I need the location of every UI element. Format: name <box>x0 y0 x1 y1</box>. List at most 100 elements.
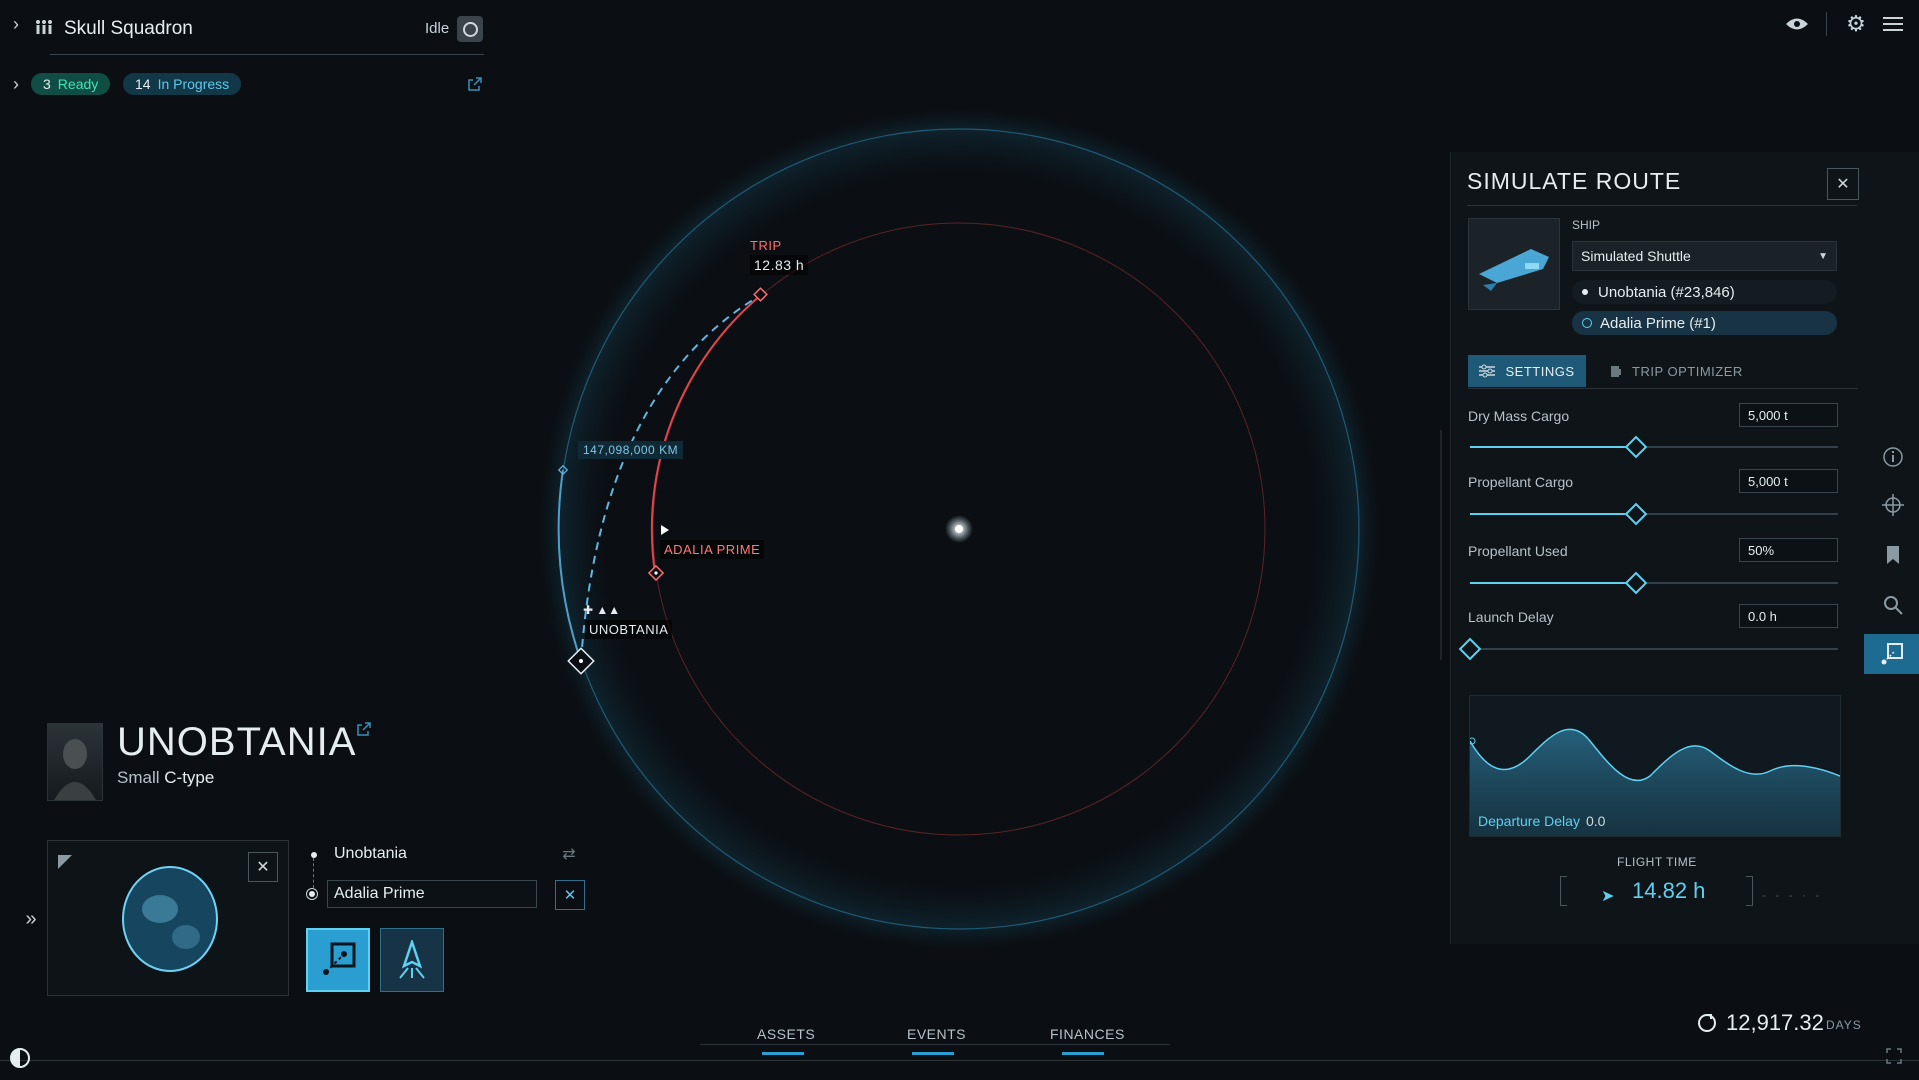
asteroid-name: UNOBTANIA <box>117 720 357 764</box>
route-connector <box>313 858 315 888</box>
expand-panel-icon[interactable]: » <box>20 908 42 930</box>
fuel-icon <box>1611 366 1621 377</box>
ship-select[interactable]: Simulated Shuttle ▼ <box>1572 241 1837 271</box>
inner-orbit <box>652 222 1266 836</box>
departure-delay-text: Departure Delay <box>1478 813 1580 829</box>
panel-resize-handle[interactable] <box>1440 430 1442 660</box>
crew-icon <box>34 18 54 36</box>
route-origin-row[interactable]: Unobtania (#23,846) <box>1572 280 1837 304</box>
crew-expand-chevron-icon[interactable]: › <box>8 14 24 34</box>
setting-dry-mass-input[interactable]: 5,000 t <box>1739 403 1838 427</box>
crew-ship-icon: ✚ ▲▲ <box>583 603 621 617</box>
ready-badge[interactable]: 3 Ready <box>31 73 111 95</box>
search-icon[interactable] <box>1882 594 1904 616</box>
asteroid-external-link-icon[interactable] <box>355 720 373 738</box>
flight-time-label: FLIGHT TIME <box>1617 855 1697 869</box>
fullscreen-icon[interactable] <box>1884 1046 1904 1066</box>
eye-icon[interactable] <box>1784 13 1810 35</box>
setting-propellant-cargo-input[interactable]: 5,000 t <box>1739 469 1838 493</box>
destination-map-label[interactable]: ADALIA PRIME <box>660 540 765 559</box>
unobtania-marker <box>567 647 595 675</box>
tab-finances-underline <box>1062 1052 1104 1055</box>
info-icon[interactable] <box>1882 446 1904 468</box>
asteroid-size: Small <box>117 768 160 787</box>
crew-divider <box>50 54 484 55</box>
tab-settings-label: SETTINGS <box>1505 363 1575 379</box>
setting-dry-mass-label: Dry Mass Cargo <box>1468 408 1570 424</box>
route-planner-icon <box>1881 643 1903 665</box>
top-right-divider <box>1826 12 1827 36</box>
trip-info: TRIP 12.83 h <box>750 238 809 275</box>
logo-icon[interactable] <box>8 1046 32 1070</box>
ship-label: SHIP <box>1572 218 1601 232</box>
ship-arrow-icon: ➤ <box>1601 888 1615 905</box>
bottom-divider <box>0 1060 1919 1061</box>
sliders-icon <box>1479 364 1496 378</box>
menu-icon[interactable] <box>1882 14 1904 34</box>
ready-label: Ready <box>57 76 99 92</box>
tab-events[interactable]: EVENTS <box>907 1026 966 1042</box>
tab-trip-optimizer[interactable]: TRIP OPTIMIZER <box>1610 355 1743 387</box>
ship-image <box>1468 218 1560 310</box>
tab-trip-optimizer-label: TRIP OPTIMIZER <box>1632 363 1743 379</box>
flight-time-value: 14.82 h <box>1632 878 1706 903</box>
distance-label: 147,098,000 KM <box>578 441 684 459</box>
crew-name[interactable]: Skull Squadron <box>64 18 193 40</box>
slider-fill <box>1470 446 1636 448</box>
game-days-unit: DAYS <box>1826 1018 1862 1032</box>
route-clear-button[interactable]: ✕ <box>555 880 585 910</box>
sun <box>945 515 973 543</box>
destination-radio-icon <box>1582 318 1592 328</box>
tab-settings[interactable]: SETTINGS <box>1468 355 1586 387</box>
simulate-route-button[interactable] <box>306 928 370 992</box>
crosshair-icon[interactable] <box>1882 494 1904 516</box>
setting-launch-delay-slider[interactable] <box>1458 637 1838 661</box>
launch-ship-button[interactable] <box>380 928 444 992</box>
setting-propellant-used-input[interactable]: 50% <box>1739 538 1838 562</box>
tab-finances[interactable]: FINANCES <box>1050 1026 1125 1042</box>
setting-propellant-cargo-slider[interactable] <box>1470 502 1838 526</box>
orbit-arc-blue <box>557 469 582 662</box>
bookmark-icon[interactable] <box>1882 544 1904 566</box>
route-planner-sidebar-button[interactable] <box>1864 634 1919 674</box>
tasks-expand-chevron-icon[interactable]: › <box>8 74 24 94</box>
outer-orbit <box>558 128 1360 930</box>
trip-label: TRIP <box>750 238 782 253</box>
idle-toggle[interactable] <box>457 16 483 42</box>
simulate-title-divider <box>1467 205 1857 206</box>
route-destination-input[interactable] <box>327 880 537 908</box>
dropdown-caret-icon: ▼ <box>1818 250 1828 262</box>
slider-fill <box>1470 582 1636 584</box>
setting-launch-delay-label: Launch Delay <box>1468 609 1554 625</box>
origin-map-label[interactable]: UNOBTANIA <box>585 620 673 639</box>
ship-selected: Simulated Shuttle <box>1581 248 1691 264</box>
tab-events-underline <box>912 1052 954 1055</box>
slider-fill <box>1470 513 1636 515</box>
route-destination-text: Adalia Prime (#1) <box>1600 314 1716 332</box>
flight-time-trail: - - - · - <box>1762 888 1823 902</box>
tabs-divider <box>1468 388 1858 389</box>
gear-icon[interactable]: ⚙ <box>1844 11 1868 36</box>
asteroid-class: Small C-type <box>117 768 214 788</box>
crew-portrait[interactable] <box>47 723 103 801</box>
trip-time: 12.83 h <box>750 255 809 275</box>
asteroid-close-button[interactable]: ✕ <box>248 852 278 882</box>
progress-label: In Progress <box>157 76 230 92</box>
departure-delay-value: 0.0 <box>1585 813 1606 829</box>
setting-propellant-cargo-label: Propellant Cargo <box>1468 474 1574 490</box>
swap-route-icon[interactable]: ⇄ <box>558 845 580 863</box>
external-link-icon[interactable] <box>466 75 484 93</box>
setting-propellant-used-slider[interactable] <box>1470 571 1838 595</box>
tab-assets[interactable]: ASSETS <box>757 1026 815 1042</box>
setting-dry-mass-slider[interactable] <box>1470 435 1838 459</box>
idle-circle-icon <box>462 21 478 37</box>
simulate-close-button[interactable]: ✕ <box>1827 168 1859 200</box>
setting-propellant-used-label: Propellant Used <box>1468 543 1568 559</box>
simulate-title: SIMULATE ROUTE <box>1467 168 1682 194</box>
tab-assets-underline <box>762 1052 804 1055</box>
route-destination-row[interactable]: Adalia Prime (#1) <box>1572 311 1837 335</box>
in-progress-badge[interactable]: 14 In Progress <box>123 73 242 95</box>
setting-launch-delay-input[interactable]: 0.0 h <box>1739 604 1838 628</box>
asteroid-type: C-type <box>164 768 215 787</box>
trip-path-red <box>650 294 762 574</box>
